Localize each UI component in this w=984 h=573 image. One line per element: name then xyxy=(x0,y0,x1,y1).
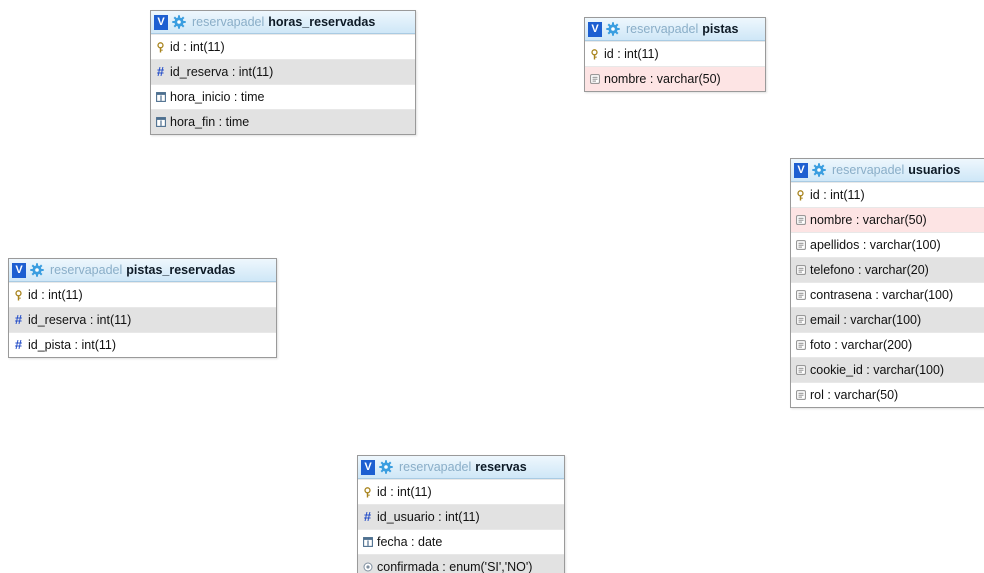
column-label: apellidos : varchar(100) xyxy=(810,238,941,252)
column-label: foto : varchar(200) xyxy=(810,338,913,352)
column-row[interactable]: contrasena : varchar(100) xyxy=(791,282,984,307)
table-name: reservas xyxy=(475,460,527,474)
table-header[interactable]: Vreservapadel usuarios xyxy=(791,159,984,182)
table-header[interactable]: Vreservapadel pistas_reservadas xyxy=(9,259,276,282)
hash-icon: # xyxy=(156,64,165,79)
table-box-pistas[interactable]: Vreservapadel pistas id : int(11) nombre : … xyxy=(584,17,766,92)
gear-icon[interactable] xyxy=(172,15,186,29)
gear-icon[interactable] xyxy=(812,163,826,177)
database-name: reservapadel xyxy=(626,22,699,36)
table-name: pistas xyxy=(702,22,739,36)
table-name: usuarios xyxy=(908,163,961,177)
column-row[interactable]: cookie_id : varchar(100) xyxy=(791,357,984,382)
database-name: reservapadel xyxy=(399,460,472,474)
key-icon xyxy=(589,48,600,60)
column-label: id : int(11) xyxy=(604,47,659,61)
key-icon xyxy=(13,289,24,301)
column-row[interactable]: # id_pista : int(11) xyxy=(9,332,276,357)
table-header[interactable]: Vreservapadel horas_reservadas xyxy=(151,11,415,34)
column-row[interactable]: confirmada : enum('SI','NO') xyxy=(358,554,564,573)
column-row[interactable]: id : int(11) xyxy=(585,41,765,66)
column-row[interactable]: hora_fin : time xyxy=(151,109,415,134)
table-box-reservas[interactable]: Vreservapadel reservas id : int(11) # id_usu… xyxy=(357,455,565,573)
column-row[interactable]: id : int(11) xyxy=(151,34,415,59)
text-icon xyxy=(795,214,806,226)
column-label: id_reserva : int(11) xyxy=(28,313,132,327)
hash-icon: # xyxy=(363,509,372,524)
column-row[interactable]: fecha : date xyxy=(358,529,564,554)
column-row[interactable]: # id_usuario : int(11) xyxy=(358,504,564,529)
column-label: nombre : varchar(50) xyxy=(604,72,721,86)
column-label: confirmada : enum('SI','NO') xyxy=(377,560,533,573)
table-name: pistas_reservadas xyxy=(126,263,236,277)
calendar-icon xyxy=(155,116,166,128)
toggle-columns-button[interactable]: V xyxy=(588,21,602,37)
text-icon xyxy=(795,389,806,401)
toggle-columns-button[interactable]: V xyxy=(794,162,808,178)
column-row[interactable]: nombre : varchar(50) xyxy=(585,66,765,91)
calendar-icon xyxy=(362,536,373,548)
column-label: fecha : date xyxy=(377,535,443,549)
column-row[interactable]: rol : varchar(50) xyxy=(791,382,984,407)
column-label: id : int(11) xyxy=(170,40,225,54)
hash-icon: # xyxy=(14,337,23,352)
toggle-columns-button[interactable]: V xyxy=(361,459,375,475)
table-header[interactable]: Vreservapadel reservas xyxy=(358,456,564,479)
text-icon xyxy=(795,264,806,276)
column-label: hora_fin : time xyxy=(170,115,250,129)
column-label: hora_inicio : time xyxy=(170,90,265,104)
enum-icon xyxy=(362,561,373,573)
column-row[interactable]: telefono : varchar(20) xyxy=(791,257,984,282)
column-row[interactable]: hora_inicio : time xyxy=(151,84,415,109)
key-icon xyxy=(362,486,373,498)
calendar-icon xyxy=(155,91,166,103)
column-row[interactable]: email : varchar(100) xyxy=(791,307,984,332)
column-label: nombre : varchar(50) xyxy=(810,213,927,227)
column-row[interactable]: # id_reserva : int(11) xyxy=(9,307,276,332)
database-name: reservapadel xyxy=(192,15,265,29)
column-label: id_reserva : int(11) xyxy=(170,65,274,79)
text-icon xyxy=(795,339,806,351)
key-icon xyxy=(155,41,166,53)
column-row[interactable]: apellidos : varchar(100) xyxy=(791,232,984,257)
column-label: id : int(11) xyxy=(810,188,865,202)
key-icon xyxy=(795,189,806,201)
column-label: rol : varchar(50) xyxy=(810,388,899,402)
column-label: id_pista : int(11) xyxy=(28,338,117,352)
column-label: id : int(11) xyxy=(377,485,432,499)
column-label: contrasena : varchar(100) xyxy=(810,288,954,302)
designer-canvas: Vreservapadel horas_reservadas id : int(11… xyxy=(0,0,984,573)
text-icon xyxy=(795,239,806,251)
column-label: cookie_id : varchar(100) xyxy=(810,363,945,377)
column-label: email : varchar(100) xyxy=(810,313,922,327)
hash-icon: # xyxy=(14,312,23,327)
column-label: telefono : varchar(20) xyxy=(810,263,929,277)
column-label: id_usuario : int(11) xyxy=(377,510,480,524)
gear-icon[interactable] xyxy=(30,263,44,277)
gear-icon[interactable] xyxy=(606,22,620,36)
table-header[interactable]: Vreservapadel pistas xyxy=(585,18,765,41)
table-box-pistas-reservadas[interactable]: Vreservapadel pistas_reservadasid : int(1… xyxy=(8,258,277,358)
text-icon xyxy=(795,289,806,301)
database-name: reservapadel xyxy=(50,263,123,277)
gear-icon[interactable] xyxy=(379,460,393,474)
toggle-columns-button[interactable]: V xyxy=(154,14,168,30)
column-row[interactable]: nombre : varchar(50) xyxy=(791,207,984,232)
database-name: reservapadel xyxy=(832,163,905,177)
text-icon xyxy=(795,314,806,326)
table-box-horas-reservadas[interactable]: Vreservapadel horas_reservadasid : int(11… xyxy=(150,10,416,135)
table-name: horas_reservadas xyxy=(268,15,376,29)
column-row[interactable]: # id_reserva : int(11) xyxy=(151,59,415,84)
column-label: id : int(11) xyxy=(28,288,83,302)
column-row[interactable]: foto : varchar(200) xyxy=(791,332,984,357)
toggle-columns-button[interactable]: V xyxy=(12,262,26,278)
column-row[interactable]: id : int(11) xyxy=(9,282,276,307)
column-row[interactable]: id : int(11) xyxy=(791,182,984,207)
table-box-usuarios[interactable]: Vreservapadel usuarios id : int(11) nombre … xyxy=(790,158,984,408)
column-row[interactable]: id : int(11) xyxy=(358,479,564,504)
text-icon xyxy=(589,73,600,85)
text-icon xyxy=(795,364,806,376)
